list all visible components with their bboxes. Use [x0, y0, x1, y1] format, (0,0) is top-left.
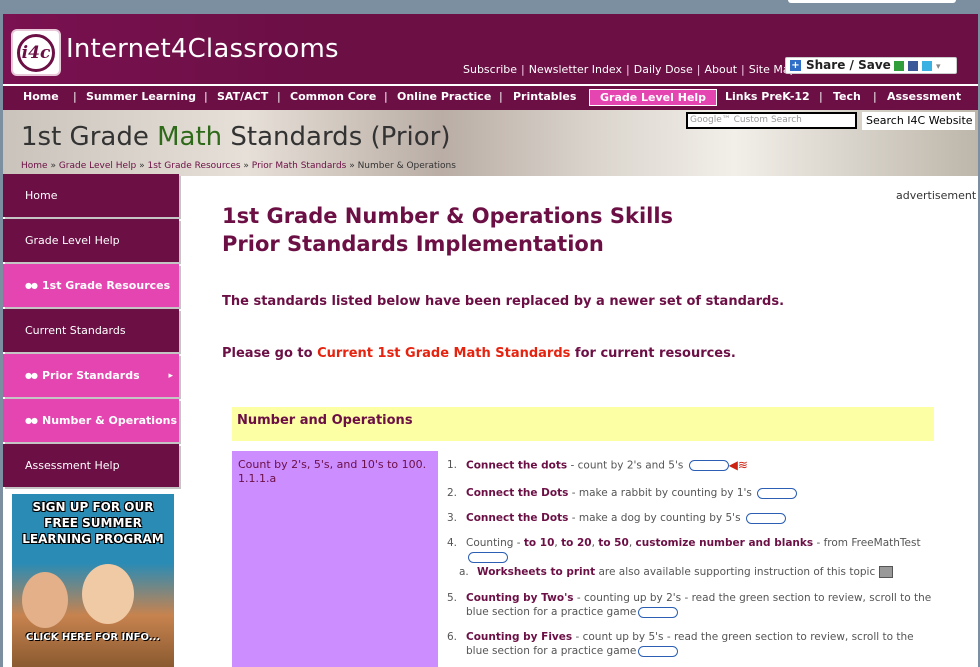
breadcrumb-1st-grade-resources[interactable]: 1st Grade Resources	[147, 161, 240, 171]
resource-link[interactable]: Connect the Dots	[466, 512, 568, 524]
breadcrumb-prior-math-standards[interactable]: Prior Math Standards	[252, 161, 347, 171]
daily-dose-link[interactable]: Daily Dose	[634, 63, 693, 76]
sidebar: Home Grade Level Help ●● 1st Grade Resour…	[3, 174, 179, 489]
promo-cta[interactable]: CLICK HERE FOR INFO...	[18, 632, 168, 643]
sidebar-item-number-operations[interactable]: ●● Number & Operations	[3, 399, 179, 442]
logo-area[interactable]: i4c Internet4Classrooms	[3, 14, 339, 84]
logo-icon[interactable]: i4c	[11, 29, 61, 76]
nav-sat-act[interactable]: SAT/ACT	[217, 90, 268, 103]
pdf-icon[interactable]	[757, 487, 798, 499]
main-heading: 1st Grade Number & Operations Skills Pri…	[222, 204, 674, 256]
plus-icon: +	[790, 60, 801, 71]
top-links: Subscribe | Newsletter Index | Daily Dose |…	[463, 63, 797, 76]
nav-grade-level-help[interactable]: Grade Level Help	[589, 89, 718, 106]
section-header: Number and Operations	[232, 407, 934, 441]
sidebar-item-prior-standards[interactable]: ●● Prior Standards ▸	[3, 354, 179, 397]
nav-online-practice[interactable]: Online Practice	[397, 90, 491, 103]
resource-link[interactable]: Counting by Fives	[466, 631, 572, 643]
promo-text: SIGN UP FOR OUR FREE SUMMER LEARNING PRO…	[22, 500, 164, 546]
share-save-button[interactable]: + Share / Save ▾	[785, 57, 957, 74]
resource-link[interactable]: Counting by Two's	[466, 592, 574, 604]
page-banner: 1st Grade Math Standards (Prior) Google™…	[3, 110, 978, 176]
current-standards-link[interactable]: Current 1st Grade Math Standards	[317, 346, 570, 361]
chevron-down-icon[interactable]: ▾	[936, 60, 946, 72]
twitter-icon[interactable]	[922, 61, 932, 71]
promo-child-image	[82, 564, 134, 624]
nav-links-prek-12[interactable]: Links PreK-12	[725, 90, 810, 103]
search-button[interactable]: Search I4C Website	[862, 112, 975, 130]
resource-link[interactable]: Worksheets to print	[477, 566, 595, 578]
pdf-icon[interactable]	[745, 512, 786, 524]
sidebar-item-grade-level-help[interactable]: Grade Level Help	[3, 219, 179, 262]
sidebar-item-1st-grade-resources[interactable]: ●● 1st Grade Resources	[3, 264, 179, 307]
eyes-icon: ●●	[25, 281, 38, 290]
nav-assessment[interactable]: Assessment	[887, 90, 961, 103]
nav-home[interactable]: Home	[23, 90, 59, 103]
logo-badge-text: i4c	[17, 34, 55, 72]
main-nav: Home | Summer Learning | SAT/ACT | Commo…	[3, 84, 978, 110]
replacement-notice: The standards listed below have been rep…	[222, 294, 785, 309]
nav-summer-learning[interactable]: Summer Learning	[86, 90, 196, 103]
resource-link[interactable]: to 20	[561, 537, 592, 549]
breadcrumb: Home » Grade Level Help » 1st Grade Reso…	[21, 161, 456, 171]
pdf-icon[interactable]	[638, 606, 679, 618]
page-title: 1st Grade Math Standards (Prior)	[21, 122, 451, 152]
nav-printables[interactable]: Printables	[513, 90, 576, 103]
eyes-icon: ●●	[25, 416, 38, 425]
search-input[interactable]: Google™ Custom Search	[686, 112, 857, 129]
breadcrumb-grade-level-help[interactable]: Grade Level Help	[59, 161, 136, 171]
promo-child-image	[22, 572, 68, 628]
resource-link[interactable]: customize number and blanks	[636, 537, 814, 549]
breadcrumb-home[interactable]: Home	[21, 161, 48, 171]
newsletter-index-link[interactable]: Newsletter Index	[529, 63, 622, 76]
resource-link[interactable]: Connect the dots	[466, 460, 567, 472]
subscribe-link[interactable]: Subscribe	[463, 63, 517, 76]
speaker-icon[interactable]: ◀≋	[729, 458, 753, 473]
sidebar-item-home[interactable]: Home	[3, 174, 179, 217]
eyes-icon: ●●	[25, 371, 38, 380]
site-logo-text[interactable]: Internet4Classrooms	[66, 34, 339, 64]
resource-link[interactable]: to 10	[524, 537, 555, 549]
resource-link[interactable]: Connect the Dots	[466, 487, 568, 499]
pdf-icon[interactable]	[468, 551, 508, 563]
current-standards-prompt: Please go to Current 1st Grade Math Stan…	[222, 346, 736, 361]
about-link[interactable]: About	[704, 63, 737, 76]
summer-learning-promo[interactable]: SIGN UP FOR OUR FREE SUMMER LEARNING PRO…	[12, 494, 174, 667]
printer-icon[interactable]	[878, 566, 893, 578]
nav-common-core[interactable]: Common Core	[290, 90, 376, 103]
nav-tech[interactable]: Tech	[833, 90, 861, 103]
standard-description: Count by 2's, 5's, and 10's to 100. 1.1.…	[232, 451, 438, 667]
resource-link[interactable]: to 50	[598, 537, 629, 549]
advertisement-label: advertisement	[896, 189, 977, 202]
sidebar-item-current-standards[interactable]: Current Standards	[3, 309, 179, 352]
pdf-icon[interactable]	[638, 645, 679, 657]
pdf-icon[interactable]	[688, 460, 729, 471]
sidebar-item-assessment-help[interactable]: Assessment Help	[3, 444, 179, 487]
breadcrumb-current: Number & Operations	[357, 161, 456, 171]
browser-top-strip	[0, 0, 980, 12]
email-share-icon[interactable]	[894, 61, 904, 71]
share-label: Share / Save	[806, 58, 891, 72]
toolbar-pill	[788, 0, 956, 3]
site-header: i4c Internet4Classrooms Subscribe | Newsl…	[3, 14, 978, 84]
facebook-icon[interactable]	[908, 61, 918, 71]
chevron-right-icon: ▸	[168, 370, 173, 381]
